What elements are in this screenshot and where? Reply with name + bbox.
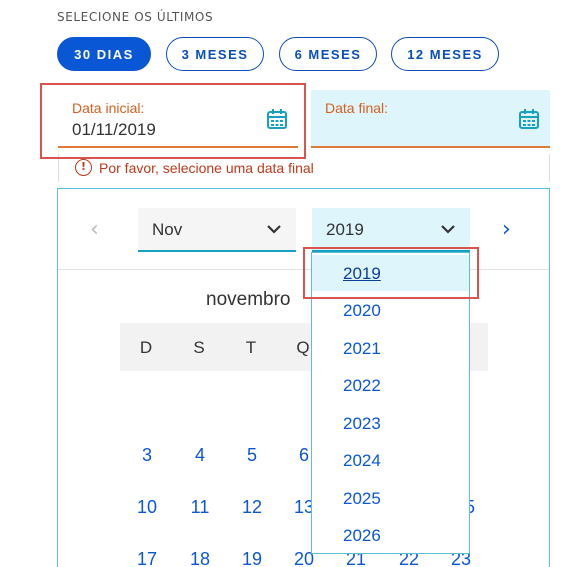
day-cell[interactable]: 10 (129, 497, 165, 518)
year-option-selected[interactable]: 2019 (312, 255, 469, 291)
end-date-label: Data final: (325, 100, 389, 116)
month-select[interactable]: Nov (138, 208, 296, 252)
start-date-value[interactable]: 01/11/2019 (72, 120, 156, 140)
filter-12-months-button[interactable]: 12 MESES (391, 37, 499, 71)
year-option-label: 2019 (343, 264, 381, 283)
weekday-label: D (139, 338, 153, 357)
filter-3-months-button[interactable]: 3 MESES (166, 37, 264, 71)
year-option-label: 2023 (343, 414, 381, 433)
error-message: ! Por favor, selecione uma data final (58, 154, 550, 182)
day-cell[interactable]: 18 (182, 549, 218, 567)
weekday-label: T (245, 338, 257, 357)
year-option-label: 2020 (343, 301, 381, 320)
day-cell[interactable]: 11 (182, 497, 218, 518)
year-select-value: 2019 (326, 220, 364, 239)
year-option[interactable]: 2026 (312, 517, 469, 553)
divider (58, 269, 549, 270)
error-text: Por favor, selecione uma data final (99, 160, 314, 176)
warning-icon: ! (75, 159, 92, 176)
day-cell[interactable]: 4 (182, 445, 218, 466)
year-option-label: 2024 (343, 451, 381, 470)
weekday-label: S (193, 338, 205, 357)
month-select-value: Nov (152, 220, 183, 239)
year-option[interactable]: 2022 (312, 367, 469, 403)
chevron-down-icon (441, 225, 455, 234)
year-option[interactable]: 2023 (312, 405, 469, 441)
year-select[interactable]: 2019 (312, 208, 470, 252)
start-date-field[interactable]: Data inicial: 01/11/2019 (58, 90, 298, 148)
chevron-down-icon (267, 225, 281, 234)
day-cell[interactable]: 19 (234, 549, 270, 567)
start-date-label: Data inicial: (72, 100, 145, 116)
calendar-panel: ‹ Nov 2019 › novembro D S T Q 3 4 5 6 10… (57, 188, 550, 567)
year-option-label: 2025 (343, 489, 381, 508)
end-date-field[interactable]: Data final: (311, 90, 550, 148)
calendar-icon[interactable] (266, 108, 288, 130)
day-cell[interactable]: 12 (234, 497, 270, 518)
year-option[interactable]: 2021 (312, 330, 469, 366)
day-cell[interactable]: 5 (234, 445, 270, 466)
filter-30-days-button[interactable]: 30 DIAS (57, 37, 151, 71)
prev-month-icon[interactable]: ‹ (90, 219, 99, 241)
year-option-label: 2026 (343, 526, 381, 545)
year-option[interactable]: 2025 (312, 480, 469, 516)
calendar-icon[interactable] (518, 108, 540, 130)
section-label: SELECIONE OS ÚLTIMOS (57, 10, 214, 24)
day-cell[interactable]: 17 (129, 549, 165, 567)
year-option[interactable]: 2020 (312, 292, 469, 328)
year-dropdown-list[interactable]: 2019 2020 2021 2022 2023 2024 2025 2026 (311, 252, 470, 554)
year-option-label: 2021 (343, 339, 381, 358)
year-option-label: 2022 (343, 376, 381, 395)
year-option[interactable]: 2024 (312, 442, 469, 478)
day-cell[interactable]: 3 (129, 445, 165, 466)
month-title: novembro (206, 289, 291, 310)
filter-6-months-button[interactable]: 6 MESES (279, 37, 377, 71)
next-month-icon[interactable]: › (502, 219, 511, 241)
